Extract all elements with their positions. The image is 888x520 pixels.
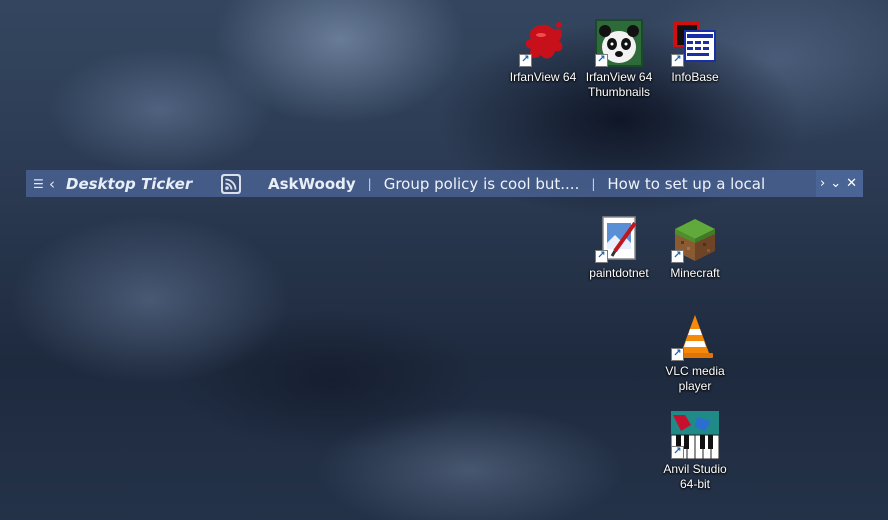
icon-label: InfoBase — [671, 70, 719, 84]
ticker-controls: › ⌄ ✕ — [815, 170, 863, 197]
shortcut-arrow-icon: ↗ — [671, 348, 684, 361]
feed-name[interactable]: AskWoody — [268, 175, 356, 193]
icon-label: IrfanView 64 — [509, 70, 577, 84]
shortcut-arrow-icon: ↗ — [671, 446, 684, 459]
ticker-title: Desktop Ticker — [66, 174, 193, 193]
shortcut-arrow-icon: ↗ — [671, 250, 684, 263]
shortcut-arrow-icon: ↗ — [595, 250, 608, 263]
shortcut-arrow-icon: ↗ — [595, 54, 608, 67]
chevron-down-icon[interactable]: ⌄ — [830, 176, 841, 191]
desktop-icon-paintdotnet[interactable]: ↗ paintdotnet — [580, 215, 658, 281]
traffic-cone-icon: ↗ — [671, 313, 719, 361]
icon-label: Minecraft — [670, 266, 720, 280]
separator: | — [591, 176, 596, 191]
paint-icon: ↗ — [595, 215, 643, 263]
ticker-item[interactable]: How to set up a local — [607, 175, 765, 193]
red-splat-icon: ↗ — [519, 19, 567, 67]
previous-arrow-icon[interactable]: ‹ — [49, 175, 61, 193]
menu-icon[interactable]: ☰ — [33, 177, 47, 191]
desktop-ticker: ☰ ‹ Desktop Ticker AskWoody | Group poli… — [26, 170, 863, 197]
shortcut-arrow-icon: ↗ — [519, 54, 532, 67]
icon-label: Anvil Studio 64-bit — [663, 462, 727, 491]
desktop-icon-minecraft[interactable]: ↗ Minecraft — [656, 215, 734, 281]
close-icon[interactable]: ✕ — [846, 176, 857, 191]
rss-icon[interactable] — [221, 173, 241, 194]
cards-icon: ↗ — [671, 19, 719, 67]
desktop-icon-irfanview64[interactable]: ↗ IrfanView 64 — [504, 19, 582, 85]
icon-label: IrfanView 64 Thumbnails — [585, 70, 653, 99]
grass-block-icon: ↗ — [671, 215, 719, 263]
panda-icon: ↗ — [595, 19, 643, 67]
desktop-icon-vlc[interactable]: ↗ VLC media player — [656, 313, 734, 394]
desktop-icon-irfanview64-thumbnails[interactable]: ↗ IrfanView 64 Thumbnails — [580, 19, 658, 100]
desktop-icon-infobase[interactable]: ↗ InfoBase — [656, 19, 734, 85]
shortcut-arrow-icon: ↗ — [671, 54, 684, 67]
icon-label: paintdotnet — [589, 266, 649, 280]
piano-keys-icon: ↗ — [671, 411, 719, 459]
icon-label: VLC media player — [665, 364, 725, 393]
desktop-icon-anvil-studio[interactable]: ↗ Anvil Studio 64-bit — [656, 411, 734, 492]
next-arrow-icon[interactable]: › — [820, 176, 825, 191]
separator: | — [367, 176, 372, 191]
ticker-item[interactable]: Group policy is cool but.... — [384, 175, 580, 193]
